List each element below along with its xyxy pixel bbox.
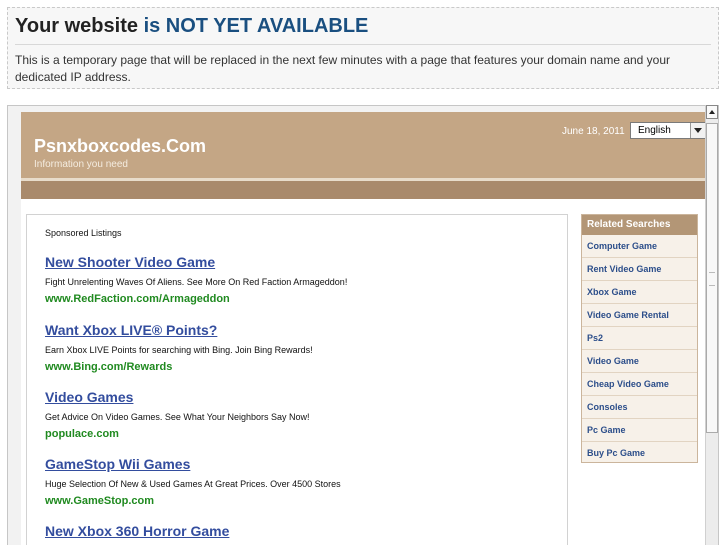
date-label: June 18, 2011	[562, 126, 625, 137]
notice-title: Your website is NOT YET AVAILABLE	[15, 15, 368, 38]
listing-title[interactable]: New Shooter Video Game	[45, 253, 565, 271]
chevron-down-icon[interactable]	[690, 123, 705, 138]
sponsored-listings-panel: Sponsored Listings New Shooter Video Gam…	[26, 214, 568, 545]
listing-description: Fight Unrelenting Waves Of Aliens. See M…	[45, 277, 348, 287]
site-title[interactable]: Psnxboxcodes.Com	[34, 136, 206, 157]
notice-divider	[15, 44, 711, 45]
related-searches-heading: Related Searches	[582, 215, 697, 235]
notice-text: This is a temporary page that will be re…	[15, 53, 671, 84]
related-search-link[interactable]: Cheap Video Game	[582, 373, 697, 396]
notice-title-prefix: Your website	[15, 15, 138, 37]
related-search-link[interactable]: Pc Game	[582, 419, 697, 442]
related-search-link[interactable]: Video Game Rental	[582, 304, 697, 327]
listing-url[interactable]: www.Bing.com/Rewards	[45, 360, 565, 374]
listing-item: Video Games Get Advice On Video Games. S…	[45, 388, 565, 441]
scrollbar-thumb[interactable]	[706, 123, 718, 433]
scrollbar-grip	[709, 272, 715, 286]
listing-url[interactable]: www.GameStop.com	[45, 494, 565, 508]
listing-item: Want Xbox LIVE® Points? Earn Xbox LIVE P…	[45, 321, 565, 374]
related-search-link[interactable]: Consoles	[582, 396, 697, 419]
language-select[interactable]: English	[630, 122, 706, 139]
listing-title[interactable]: Video Games	[45, 388, 565, 406]
related-search-link[interactable]: Buy Pc Game	[582, 442, 697, 465]
listing-item: New Shooter Video Game Fight Unrelenting…	[45, 253, 565, 306]
related-search-link[interactable]: Rent Video Game	[582, 258, 697, 281]
related-searches-panel: Related Searches Computer Game Rent Vide…	[581, 214, 698, 463]
vertical-scrollbar[interactable]	[705, 105, 718, 545]
listing-url[interactable]: populace.com	[45, 427, 565, 441]
parked-page: Psnxboxcodes.Com Information you need Ju…	[21, 112, 706, 545]
scroll-up-icon[interactable]	[706, 105, 718, 119]
sponsored-label: Sponsored Listings	[45, 228, 122, 238]
header-band	[21, 181, 706, 199]
notice-box: Your website is NOT YET AVAILABLE This i…	[7, 7, 719, 89]
language-value: English	[638, 125, 671, 136]
related-search-link[interactable]: Video Game	[582, 350, 697, 373]
listing-title[interactable]: GameStop Wii Games	[45, 455, 565, 473]
related-search-link[interactable]: Ps2	[582, 327, 697, 350]
listing-title[interactable]: New Xbox 360 Horror Game	[45, 522, 565, 540]
related-search-link[interactable]: Computer Game	[582, 235, 697, 258]
listing-item: GameStop Wii Games Huge Selection Of New…	[45, 455, 565, 508]
site-header: Psnxboxcodes.Com Information you need Ju…	[21, 112, 706, 178]
notice-title-highlight: is NOT YET AVAILABLE	[143, 15, 369, 37]
listing-description: Earn Xbox LIVE Points for searching with…	[45, 345, 313, 355]
site-tagline: Information you need	[34, 159, 128, 170]
related-search-link[interactable]: Xbox Game	[582, 281, 697, 304]
listing-url[interactable]: www.RedFaction.com/Armageddon	[45, 292, 565, 306]
parked-page-frame: Psnxboxcodes.Com Information you need Ju…	[7, 105, 719, 545]
listing-description: Get Advice On Video Games. See What Your…	[45, 412, 310, 422]
listing-description: Huge Selection Of New & Used Games At Gr…	[45, 479, 341, 489]
listing-title[interactable]: Want Xbox LIVE® Points?	[45, 321, 565, 339]
listing-item: New Xbox 360 Horror Game	[45, 522, 565, 540]
